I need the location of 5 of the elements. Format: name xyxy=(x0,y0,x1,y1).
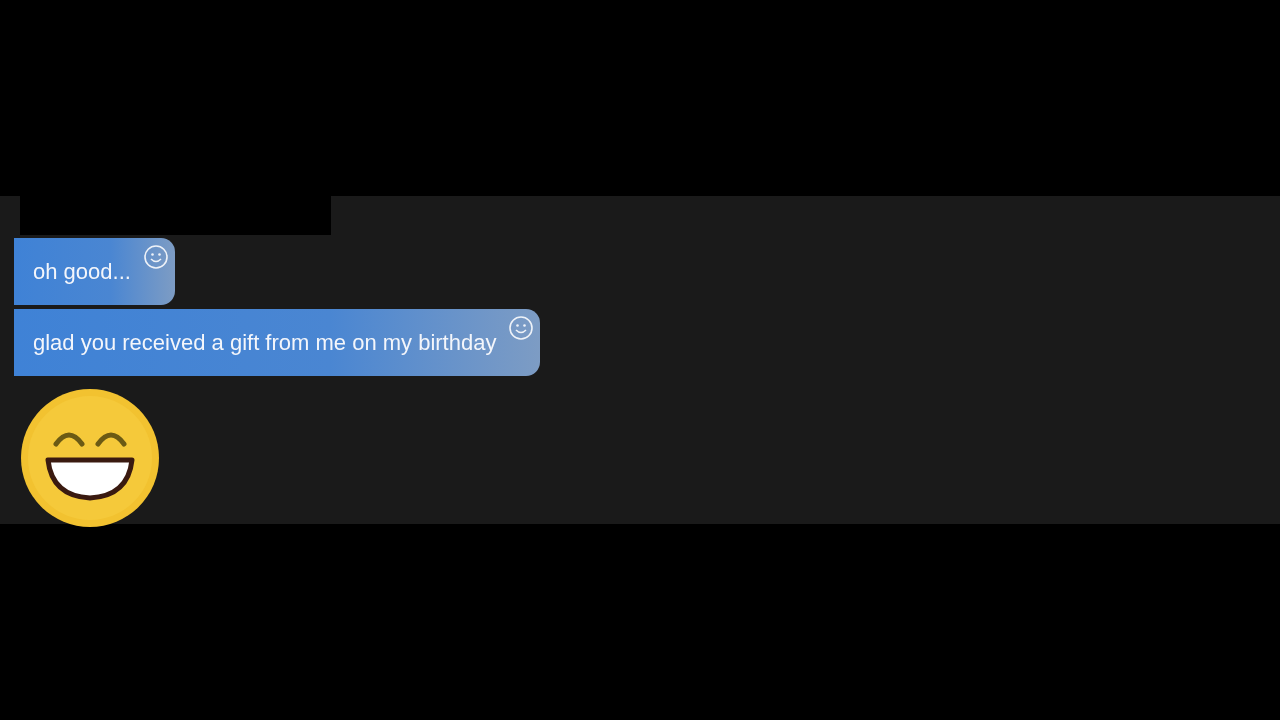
smiley-icon[interactable] xyxy=(508,315,535,341)
message-text: oh good... xyxy=(33,259,131,284)
grinning-face-icon xyxy=(20,388,160,528)
message-text: glad you received a gift from me on my birthday xyxy=(33,330,497,355)
smiley-icon[interactable] xyxy=(142,244,169,270)
